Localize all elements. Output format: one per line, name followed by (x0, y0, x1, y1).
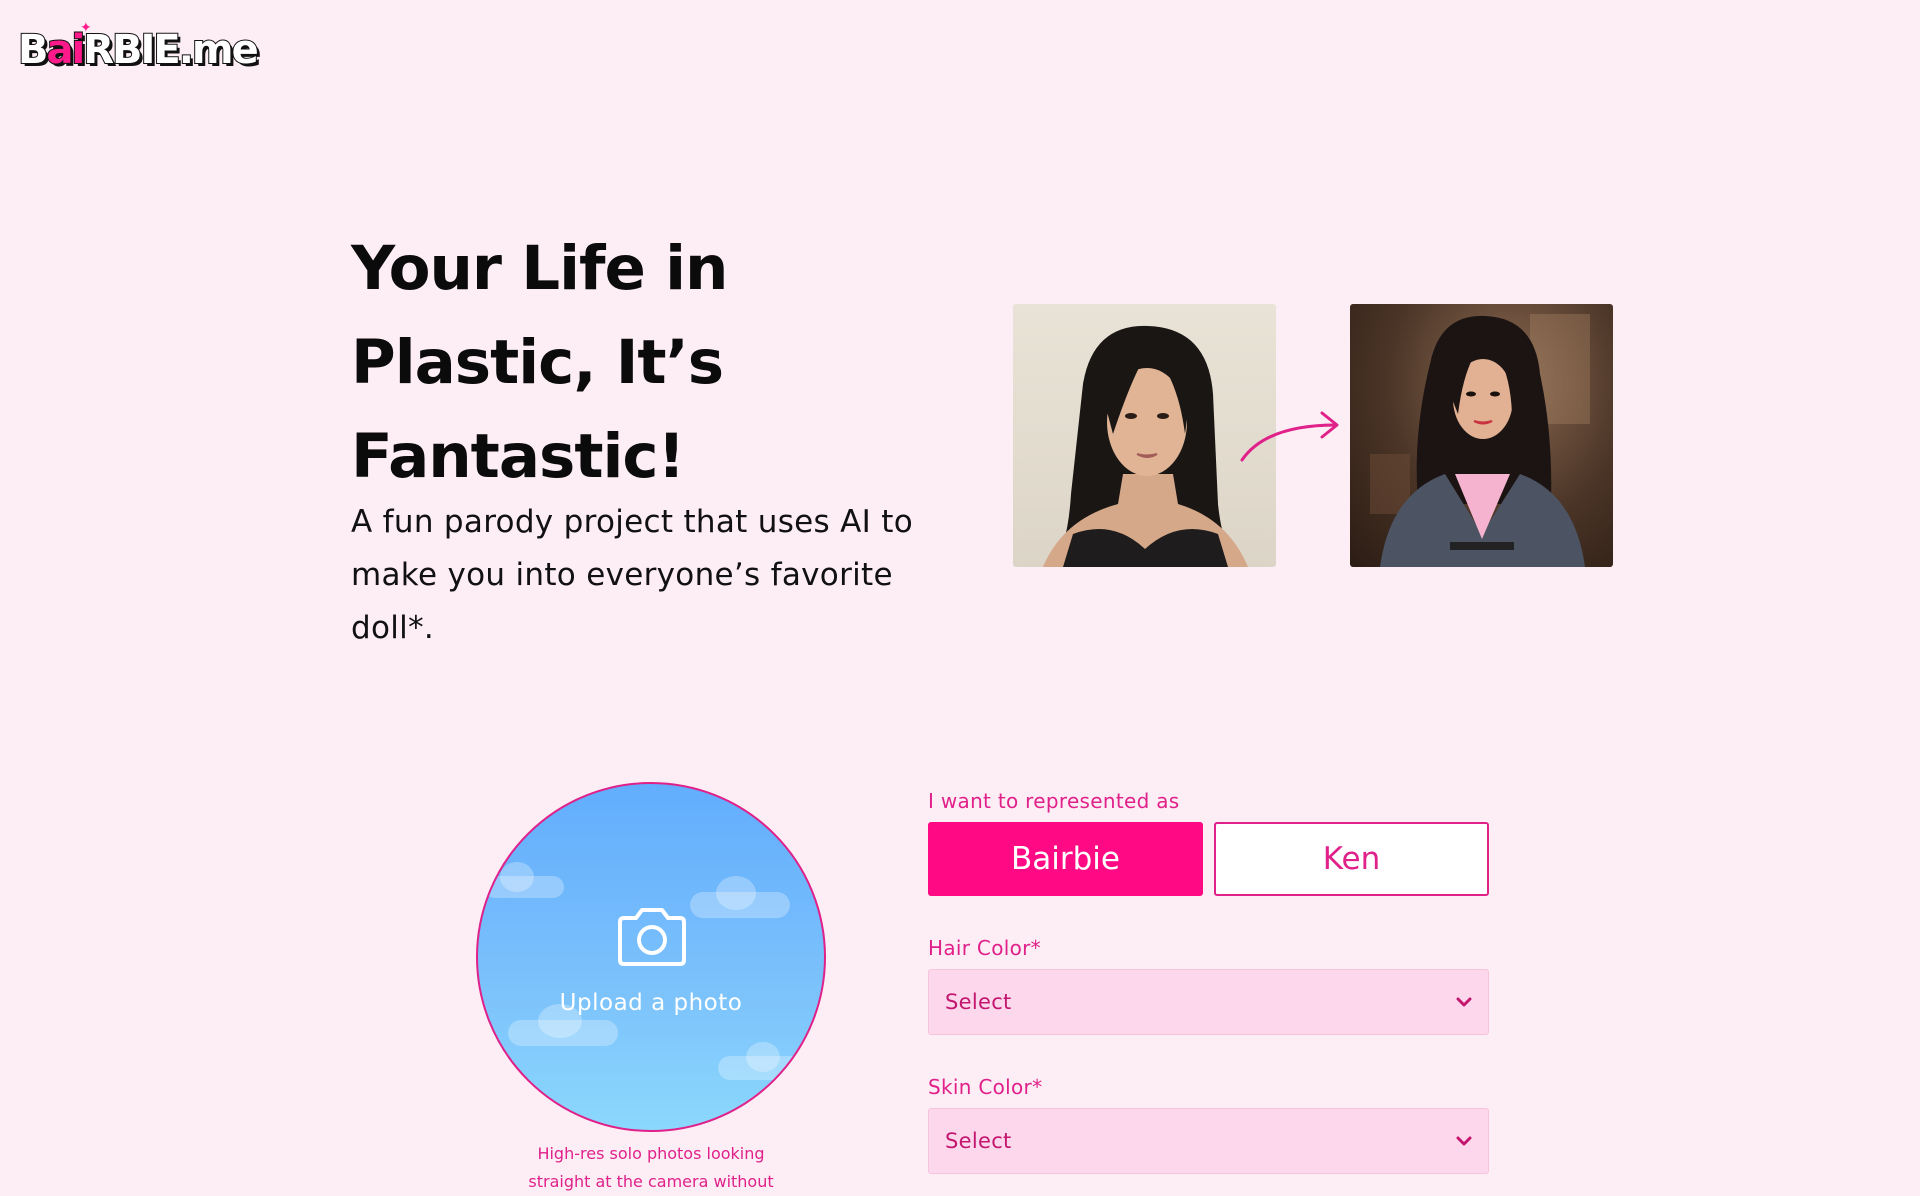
hair-color-label: Hair Color* (928, 936, 1041, 960)
cloud-decoration (484, 862, 564, 898)
represent-label: I want to represented as (928, 789, 1180, 813)
logo-text-prefix: B (17, 26, 49, 74)
after-photo (1350, 304, 1613, 567)
arrow-icon (1240, 411, 1339, 462)
site-logo[interactable]: Bai RBIE.me ✦ (17, 20, 260, 76)
skin-color-select[interactable]: Select (928, 1108, 1489, 1174)
upload-label: Upload a photo (559, 990, 743, 1016)
upload-photo-button[interactable]: Upload a photo (476, 782, 826, 1132)
chevron-down-icon (1456, 997, 1472, 1007)
camera-icon (618, 908, 686, 966)
cloud-decoration (718, 1042, 808, 1080)
hair-color-value: Select (945, 990, 1012, 1014)
upload-hint: High-res solo photos looking straight at… (528, 1144, 774, 1191)
sparkle-icon: ✦ (80, 20, 92, 36)
hero-subtitle: A fun parody project that uses AI to mak… (351, 504, 913, 646)
hero-title: Your Life in Plastic, It’s Fantastic! (351, 233, 729, 492)
chevron-down-icon (1456, 1136, 1472, 1146)
cloud-decoration (690, 876, 790, 918)
hair-color-select[interactable]: Select (928, 969, 1489, 1035)
skin-color-label: Skin Color* (928, 1075, 1043, 1099)
logo-text-ai: ai (46, 26, 87, 74)
logo-text-suffix: RBIE.me (82, 26, 259, 74)
cloud-decoration (508, 1004, 618, 1046)
bairbie-option-button[interactable]: Bairbie (928, 822, 1203, 896)
skin-color-value: Select (945, 1129, 1012, 1153)
ken-option-button[interactable]: Ken (1214, 822, 1489, 896)
